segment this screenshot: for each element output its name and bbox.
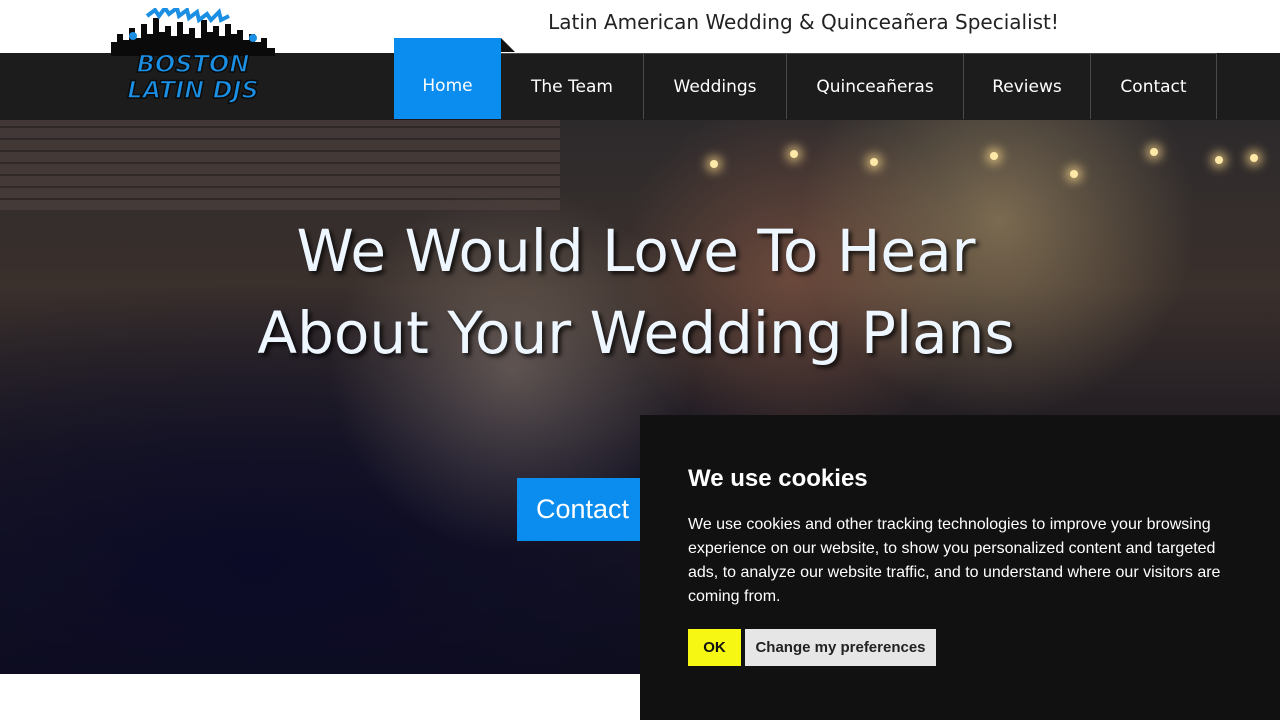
nav-item-weddings[interactable]: Weddings	[644, 53, 787, 119]
string-lights	[700, 130, 1280, 210]
main-navigation: Home The Team Weddings Quinceañeras Revi…	[394, 38, 1217, 119]
cookie-actions: OK Change my preferences	[688, 629, 1232, 666]
cookie-description: We use cookies and other tracking techno…	[688, 516, 1221, 605]
nav-item-home[interactable]: Home	[394, 38, 515, 119]
hero-title-line2: About Your Wedding Plans	[257, 299, 1015, 367]
hero-title-line1: We Would Love To Hear	[296, 217, 976, 285]
cookie-preferences-button[interactable]: Change my preferences	[745, 629, 936, 666]
nav-item-reviews[interactable]: Reviews	[964, 53, 1091, 119]
brick-wall-background	[0, 120, 560, 210]
logo-text-line2: LATIN DJS	[127, 75, 260, 105]
logo-text-line1: BOSTON	[136, 49, 250, 79]
nav-item-contact[interactable]: Contact	[1091, 53, 1217, 119]
cookie-title: We use cookies	[688, 465, 868, 492]
nav-item-quinceaneras[interactable]: Quinceañeras	[787, 53, 964, 119]
nav-item-the-team[interactable]: The Team	[501, 53, 644, 119]
site-logo[interactable]: BOSTON LATIN DJS	[103, 8, 283, 108]
hero-title: We Would Love To Hear About Your Wedding…	[0, 210, 1272, 374]
site-tagline: Latin American Wedding & Quinceañera Spe…	[548, 10, 1059, 34]
cookie-banner: We use cookies We use cookies and other …	[640, 415, 1280, 720]
cookie-ok-button[interactable]: OK	[688, 629, 741, 666]
city-skyline-icon	[111, 8, 275, 56]
